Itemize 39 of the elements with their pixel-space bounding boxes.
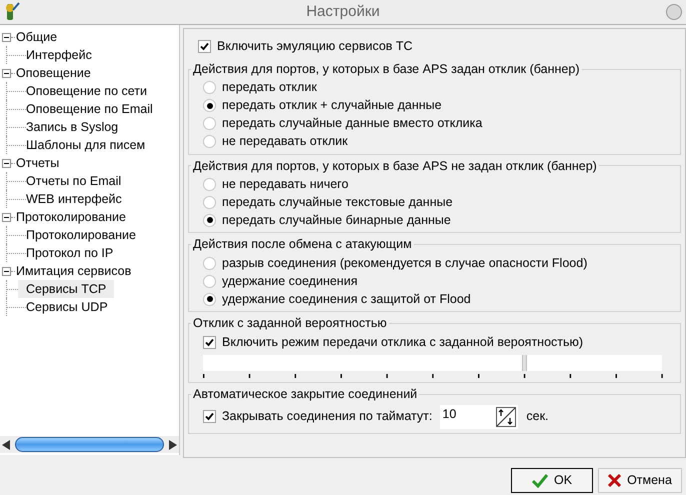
tree-item[interactable]: Имитация сервисов [15, 262, 132, 280]
group-title: Действия после обмена с атакующим [192, 236, 413, 254]
tree-item[interactable]: Общие [15, 28, 58, 46]
checkbox-label: Закрывать соединения по тайматут: [222, 408, 432, 426]
tree-item[interactable]: Оповещение [15, 64, 92, 82]
group-title: Отклик с заданной вероятностью [192, 315, 388, 332]
window-title: Настройки [306, 2, 380, 22]
tree-item[interactable]: Запись в Syslog [18, 118, 126, 136]
group-title: Действия для портов, у которых в базе APS задан отклик (баннер) [192, 60, 580, 78]
tree-item[interactable]: Оповещение по сети [18, 82, 155, 100]
option-label: разрыв соединения (рекомендуется в случае опасности Flood) [222, 254, 588, 272]
tree-item[interactable]: WEB интерфейс [18, 190, 130, 208]
tree-item[interactable]: Оповещение по Email [18, 100, 161, 118]
group-title: Действия для портов, у которых в базе APS не задан отклик (баннер) [192, 158, 598, 175]
option-label: удержание соединения [222, 272, 358, 290]
checkbox-label: Включить эмуляцию сервисов TC [217, 38, 413, 55]
option-label: не передавать отклик [222, 133, 348, 150]
tree-item[interactable]: Сервисы UDP [18, 298, 116, 316]
checkbox-label: Включить режим передачи отклика с заданной вероятностью) [222, 334, 584, 352]
option-label: не передавать ничего [222, 176, 348, 193]
tree-item[interactable]: Шаблоны для писем [18, 136, 154, 154]
tree-item[interactable]: Отчеты [15, 154, 60, 172]
number-field[interactable]: 10 [440, 404, 518, 428]
tree-item[interactable]: Сервисы TCP [18, 280, 114, 298]
tree-item[interactable]: Протоколирование [15, 208, 127, 226]
cancel-button[interactable]: Отмена [598, 468, 682, 493]
tree-item[interactable]: Протокол по IP [18, 244, 122, 262]
group-title: Автоматическое закрытие соединений [192, 386, 418, 403]
option-label: передать случайные бинарные данные [222, 212, 451, 229]
option-label: передать отклик + случайные данные [222, 97, 442, 114]
ok-button[interactable]: OK [511, 468, 593, 493]
option-label: передать случайные данные вместо отклика [222, 115, 482, 132]
option-label: передать случайные текстовые данные [222, 194, 453, 211]
option-label: передать отклик [222, 79, 317, 96]
option-label: удержание соединения с защитой от Flood [222, 290, 471, 308]
unit-label: сек. [526, 408, 549, 426]
tree-item[interactable]: Интерфейс [18, 46, 100, 64]
tree-item[interactable]: Отчеты по Email [18, 172, 130, 190]
tree-item[interactable]: Протоколирование [18, 226, 144, 244]
